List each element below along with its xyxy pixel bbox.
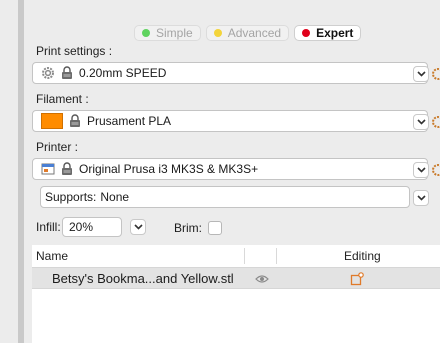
chevron-down-icon (133, 224, 143, 230)
supports-value: None (100, 190, 130, 204)
expert-mode-dot-icon (302, 29, 311, 37)
chevron-down-icon (416, 71, 426, 77)
mode-advanced-button[interactable]: Advanced (205, 25, 290, 41)
mode-advanced-label: Advanced (227, 26, 282, 40)
print-settings-edit-gear-icon[interactable] (430, 66, 440, 82)
chevron-down-icon (416, 119, 426, 125)
left-strip (0, 0, 18, 343)
gear-icon (42, 67, 54, 79)
supports-combo[interactable]: Supports: None (40, 186, 410, 208)
advanced-mode-dot-icon (213, 29, 222, 37)
printer-combo[interactable]: Original Prusa i3 MK3S & MK3S+ (32, 158, 428, 180)
printer-label: Printer : (36, 140, 79, 154)
simple-mode-dot-icon (142, 29, 150, 37)
infill-label: Infill: (36, 220, 61, 234)
object-name: Betsy's Bookma...and Yellow.stl (52, 270, 234, 286)
sidebar-panel: Simple Advanced Expert Print settings : … (24, 0, 440, 343)
print-settings-combo[interactable]: 0.20mm SPEED (32, 62, 428, 84)
supports-label: Supports: (45, 190, 97, 204)
lock-icon (70, 114, 80, 127)
brim-label: Brim: (174, 221, 202, 235)
object-list: Name Editing Betsy's Bookma...and Yellow… (32, 245, 440, 343)
infill-value: 20% (69, 220, 94, 234)
column-divider (244, 248, 245, 264)
column-divider (276, 248, 277, 264)
chevron-down-icon (416, 167, 426, 173)
lock-icon (62, 162, 72, 175)
mode-selector: Simple Advanced Expert (134, 25, 362, 41)
printer-icon (41, 163, 55, 175)
lock-icon (62, 66, 72, 79)
printer-value: Original Prusa i3 MK3S & MK3S+ (79, 162, 259, 176)
infill-input[interactable]: 20% (62, 217, 122, 237)
brim-checkbox[interactable] (208, 221, 222, 235)
table-row[interactable]: Betsy's Bookma...and Yellow.stl (32, 267, 440, 289)
filament-dropdown-button[interactable] (413, 114, 429, 130)
column-header-name[interactable]: Name (36, 245, 68, 267)
filament-label: Filament : (36, 92, 89, 106)
eye-icon[interactable] (255, 274, 269, 284)
filament-value: Prusament PLA (87, 114, 172, 128)
print-settings-value: 0.20mm SPEED (79, 66, 167, 80)
printer-dropdown-button[interactable] (413, 162, 429, 178)
mode-simple-button[interactable]: Simple (134, 25, 201, 41)
printer-edit-gear-icon[interactable] (430, 162, 440, 178)
chevron-down-icon (416, 195, 426, 201)
mode-expert-button[interactable]: Expert (294, 25, 362, 41)
filament-edit-gear-icon[interactable] (430, 114, 440, 130)
filament-color-swatch (41, 113, 63, 129)
print-settings-label: Print settings : (36, 44, 113, 58)
edit-icon[interactable] (350, 272, 364, 286)
column-header-editing[interactable]: Editing (344, 245, 381, 267)
mode-simple-label: Simple (156, 26, 193, 40)
supports-dropdown-button[interactable] (413, 190, 429, 206)
print-settings-dropdown-button[interactable] (413, 66, 429, 82)
infill-dropdown-button[interactable] (130, 219, 146, 235)
mode-expert-label: Expert (316, 26, 354, 40)
filament-combo[interactable]: Prusament PLA (32, 110, 428, 132)
